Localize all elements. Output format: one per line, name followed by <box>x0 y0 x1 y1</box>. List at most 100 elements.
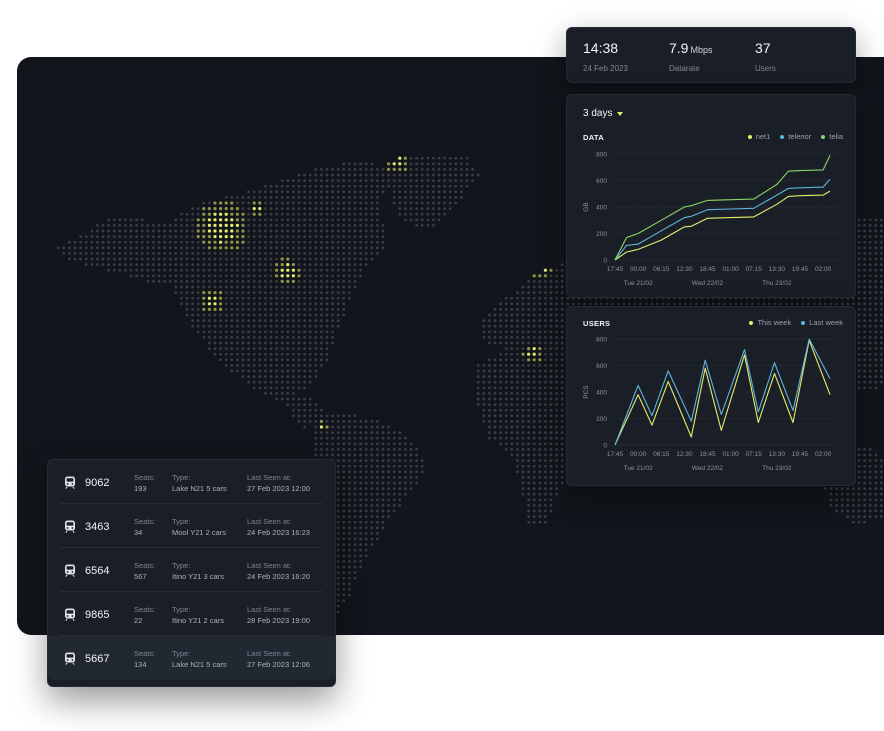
y-axis-label: GB <box>583 202 590 211</box>
legend-item[interactable]: Last week <box>801 318 843 327</box>
last-seen-label: Last Seen at: <box>247 605 292 614</box>
vehicle-row[interactable]: 6564 Seats: 567 Type: Itino Y21 3 cars Last S… <box>48 548 335 592</box>
series-line-this-week <box>614 339 831 446</box>
time-range-dropdown[interactable]: 3 days <box>583 108 624 119</box>
last-seen-value: 27 Feb 2023 12:06 <box>247 660 310 669</box>
y-axis-label: PCS <box>583 385 590 399</box>
last-seen-field: Last Seen at: 27 Feb 2023 12:00 <box>247 472 310 494</box>
type-label: Type: <box>172 649 191 658</box>
chart-legend: net1 telenor telia <box>747 132 843 141</box>
time-range-label: 3 days <box>583 108 613 119</box>
seats-label: Seats: <box>134 561 156 570</box>
x-tick-label: 01:00 <box>722 266 739 273</box>
caret-down-icon <box>617 111 624 116</box>
y-tick-label: 600 <box>596 178 607 185</box>
day-label: Wed 22/02 <box>692 465 724 472</box>
legend-item[interactable]: telia <box>821 132 843 141</box>
type-value: Lake N21 5 cars <box>172 660 227 669</box>
vehicle-id: 6564 <box>85 565 110 577</box>
x-tick-label: 19:45 <box>792 451 809 458</box>
stat-value: 7.9 <box>669 40 689 56</box>
day-label: Tue 21/02 <box>624 280 653 287</box>
type-field: Type: Itino Y21 2 cars <box>172 604 224 626</box>
type-field: Type: Mool Y21 2 cars <box>172 516 226 538</box>
seats-value: 193 <box>134 484 147 493</box>
y-tick-label: 0 <box>603 443 607 450</box>
x-tick-label: 01:00 <box>722 451 739 458</box>
seats-label: Seats: <box>134 473 156 482</box>
chart-title: USERS <box>583 319 611 328</box>
train-icon <box>65 608 75 621</box>
legend-dot <box>747 134 752 139</box>
seats-label: Seats: <box>134 517 156 526</box>
train-icon <box>65 476 75 489</box>
last-seen-field: Last Seen at: 24 Feb 2023 16:23 <box>247 516 310 538</box>
legend-item[interactable]: net1 <box>747 132 771 141</box>
x-tick-label: 07:15 <box>746 451 763 458</box>
users-chart-card: USERS This week Last week 0 200 400 600 800 1… <box>566 306 856 486</box>
vehicle-id: 9865 <box>85 609 110 621</box>
seats-value: 567 <box>134 572 147 581</box>
type-label: Type: <box>172 473 191 482</box>
x-tick-label: 06:15 <box>653 451 670 458</box>
type-field: Type: Itino Y21 3 cars <box>172 560 224 582</box>
day-label: Wed 22/02 <box>692 280 724 287</box>
legend-item[interactable]: telenor <box>780 132 811 141</box>
series-line-net1 <box>614 190 831 261</box>
x-tick-label: 18:45 <box>699 266 716 273</box>
y-tick-label: 200 <box>596 231 607 238</box>
last-seen-value: 28 Feb 2023 19:00 <box>247 616 310 625</box>
seats-field: Seats: 193 <box>134 472 155 494</box>
x-tick-label: 12:30 <box>676 451 693 458</box>
vehicle-row[interactable]: 9062 Seats: 193 Type: Lake N21 5 cars Last Se… <box>48 460 335 504</box>
legend-label: telia <box>829 132 843 141</box>
vehicle-row[interactable]: 9865 Seats: 22 Type: Itino Y21 2 cars Last Se… <box>48 592 335 636</box>
x-tick-label: 18:45 <box>699 451 716 458</box>
stat-value: 14:38 <box>583 40 619 56</box>
chart-title: DATA <box>583 133 604 142</box>
train-icon <box>65 652 75 665</box>
legend-label: Last week <box>809 318 843 327</box>
vehicle-row[interactable]: 5667 Seats: 134 Type: Lake N21 5 cars Last Se… <box>48 636 335 680</box>
legend-dot <box>749 320 754 325</box>
stat-label: 24 Feb 2023 <box>583 64 628 73</box>
y-tick-label: 400 <box>596 390 607 397</box>
stat-label: Users <box>755 64 776 73</box>
x-tick-label: 19:45 <box>792 266 809 273</box>
x-tick-label: 13:30 <box>769 451 786 458</box>
users-line-chart: 0 200 400 600 800 17:45 00:00 06:15 12:30 18:45 01… <box>583 337 838 472</box>
y-tick-label: 400 <box>596 205 607 212</box>
series-line-telenor <box>614 178 831 261</box>
last-seen-field: Last Seen at: 24 Feb 2023 16:20 <box>247 560 310 582</box>
legend-label: telenor <box>788 132 812 141</box>
legend-item[interactable]: This week <box>749 318 791 327</box>
last-seen-label: Last Seen at: <box>247 649 292 658</box>
series-line-telia <box>614 155 831 261</box>
legend-dot <box>801 320 806 325</box>
last-seen-value: 24 Feb 2023 16:23 <box>247 528 310 537</box>
x-tick-label: 02:00 <box>815 451 832 458</box>
train-icon <box>65 520 75 533</box>
vehicle-row[interactable]: 3463 Seats: 34 Type: Mool Y21 2 cars Last See… <box>48 504 335 548</box>
type-label: Type: <box>172 561 191 570</box>
x-tick-label: 17:45 <box>607 451 624 458</box>
x-tick-label: 12:30 <box>676 266 693 273</box>
vehicle-id: 3463 <box>85 521 110 533</box>
type-value: Itino Y21 3 cars <box>172 572 224 581</box>
seats-value: 34 <box>134 528 143 537</box>
last-seen-field: Last Seen at: 28 Feb 2023 19:00 <box>247 604 310 626</box>
last-seen-value: 24 Feb 2023 16:20 <box>247 572 310 581</box>
type-field: Type: Lake N21 5 cars <box>172 472 227 494</box>
y-tick-label: 800 <box>596 152 607 159</box>
train-icon <box>65 564 75 577</box>
x-tick-label: 00:00 <box>630 266 647 273</box>
type-label: Type: <box>172 517 191 526</box>
stat-value: 37 <box>755 40 771 56</box>
seats-field: Seats: 567 <box>134 560 155 582</box>
stat-time: 14:38 24 Feb 2023 <box>583 40 628 73</box>
stat-label: Datarate <box>669 64 700 73</box>
vehicle-id: 5667 <box>85 653 110 665</box>
type-value: Mool Y21 2 cars <box>172 528 227 537</box>
legend-label: net1 <box>755 132 771 141</box>
seats-field: Seats: 134 <box>134 648 155 670</box>
